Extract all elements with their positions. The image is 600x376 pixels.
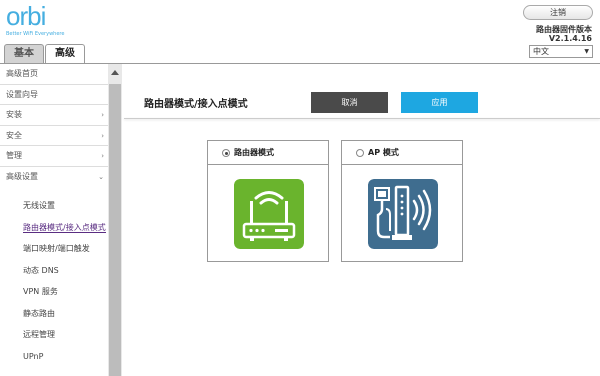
sidebar-subitem-upnp[interactable]: UPnP bbox=[0, 346, 108, 368]
title-divider bbox=[124, 118, 600, 119]
tab-basic[interactable]: 基本 bbox=[4, 44, 44, 63]
sidebar-subitem-label: 静态路由 bbox=[23, 308, 55, 318]
sidebar-item-label: 安装 bbox=[6, 110, 22, 119]
chevron-down-icon: ⌄ bbox=[98, 172, 104, 181]
sidebar-subitem-label: 无线设置 bbox=[23, 201, 55, 210]
logout-button[interactable]: 注销 bbox=[523, 5, 593, 20]
sidebar-subitem-label: 远程管理 bbox=[23, 330, 55, 339]
sidebar-item-admin[interactable]: 管理 › bbox=[0, 146, 108, 167]
sidebar-item-label: 高级首页 bbox=[6, 69, 38, 78]
scrollbar-thumb[interactable] bbox=[109, 84, 121, 376]
router-mode-card[interactable]: 路由器模式 bbox=[207, 140, 329, 262]
access-point-icon bbox=[368, 179, 438, 249]
sidebar-item-label: 管理 bbox=[6, 151, 22, 160]
router-mode-radio[interactable] bbox=[222, 149, 230, 157]
sidebar-subitem-static-routes[interactable]: 静态路由 bbox=[0, 303, 108, 325]
sidebar-item-label: 设置向导 bbox=[6, 89, 38, 99]
sidebar-item-advanced-home[interactable]: 高级首页 bbox=[0, 64, 108, 85]
ap-mode-header[interactable]: AP 模式 bbox=[342, 141, 462, 165]
sidebar-subitem-port-forwarding[interactable]: 端口映射/端口触发 bbox=[0, 238, 108, 260]
sidebar-subitem-label: 路由器模式/接入点模式 bbox=[23, 222, 106, 233]
sidebar-item-label: 高级设置 bbox=[6, 171, 38, 181]
router-icon bbox=[234, 179, 304, 249]
sidebar-subitem-wireless[interactable]: 无线设置 bbox=[0, 195, 108, 217]
firmware-version: V2.1.4.16 bbox=[548, 34, 592, 43]
sidebar-subitem-remote-management[interactable]: 远程管理 bbox=[0, 324, 108, 346]
sidebar: 高级首页 设置向导 安装 › 安全 › 管理 › 高级设置 ⌄ 无线设置 路由器… bbox=[0, 64, 108, 376]
tagline: Better WiFi Everywhere bbox=[6, 31, 65, 37]
ap-mode-radio[interactable] bbox=[356, 149, 364, 157]
orbi-logo: orbi bbox=[6, 1, 46, 31]
chevron-right-icon: › bbox=[101, 152, 104, 160]
cancel-button[interactable]: 取消 bbox=[311, 92, 388, 113]
ap-mode-card[interactable]: AP 模式 bbox=[341, 140, 463, 262]
sidebar-item-security[interactable]: 安全 › bbox=[0, 126, 108, 146]
apply-button[interactable]: 应用 bbox=[401, 92, 478, 113]
sidebar-subitem-vpn[interactable]: VPN 服务 bbox=[0, 281, 108, 303]
scroll-up-icon[interactable] bbox=[111, 70, 119, 75]
chevron-right-icon: › bbox=[101, 111, 104, 119]
sidebar-subitem-label: UPnP bbox=[23, 351, 44, 361]
router-mode-header[interactable]: 路由器模式 bbox=[208, 141, 328, 165]
tab-advanced[interactable]: 高级 bbox=[45, 44, 85, 64]
sidebar-subitem-label: 端口映射/端口触发 bbox=[23, 244, 90, 253]
page-title: 路由器模式/接入点模式 bbox=[144, 99, 248, 110]
sidebar-subitem-dynamic-dns[interactable]: 动态 DNS bbox=[0, 260, 108, 282]
language-select[interactable]: 中文 ▼ bbox=[529, 45, 593, 58]
ap-mode-label: AP 模式 bbox=[368, 148, 399, 157]
sidebar-item-advanced-setup[interactable]: 高级设置 ⌄ bbox=[0, 167, 108, 188]
sidebar-item-setup[interactable]: 安装 › bbox=[0, 105, 108, 126]
chevron-right-icon: › bbox=[101, 131, 104, 140]
sidebar-item-setup-wizard[interactable]: 设置向导 bbox=[0, 85, 108, 105]
sidebar-subitem-label: VPN 服务 bbox=[23, 287, 58, 296]
sidebar-subitem-router-ap-mode[interactable]: 路由器模式/接入点模式 bbox=[0, 217, 108, 239]
router-mode-label: 路由器模式 bbox=[234, 148, 274, 157]
language-value: 中文 bbox=[533, 47, 549, 56]
sidebar-subitem-label: 动态 DNS bbox=[23, 265, 59, 275]
dropdown-arrow-icon: ▼ bbox=[584, 48, 589, 55]
sidebar-item-label: 安全 bbox=[6, 130, 22, 140]
